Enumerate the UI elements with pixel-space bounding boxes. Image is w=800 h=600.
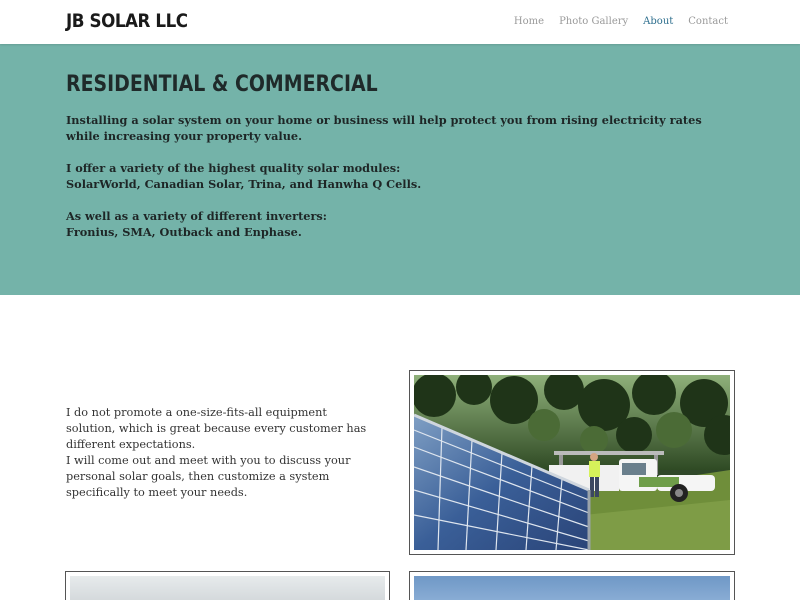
gallery-photo-left[interactable] [65, 571, 390, 600]
solar-array-photo[interactable] [409, 370, 735, 555]
about-line: I do not promote a one-size-fits-all equ… [66, 406, 327, 419]
nav-about[interactable]: About [643, 16, 673, 27]
nav-photo-gallery[interactable]: Photo Gallery [559, 16, 628, 27]
about-text: I do not promote a one-size-fits-all equ… [66, 405, 386, 501]
about-line: different expectations. [66, 438, 196, 451]
about-line: I will come out and meet with you to dis… [66, 454, 351, 467]
about-line: specifically to meet your needs. [66, 486, 248, 499]
about-line: solution, which is great because every c… [66, 422, 367, 435]
site-logo[interactable]: JB SOLAR LLC [66, 10, 188, 32]
hero-paragraph: Installing a solar system on your home o… [66, 112, 726, 144]
sky-image-left [70, 576, 385, 600]
hero-line: I offer a variety of the highest quality… [66, 161, 401, 175]
hero-line: SolarWorld, Canadian Solar, Trina, and H… [66, 177, 422, 191]
hero-title: RESIDENTIAL & COMMERCIAL [66, 72, 378, 97]
main-nav: Home Photo Gallery About Contact [514, 16, 728, 27]
hero-paragraph: I offer a variety of the highest quality… [66, 160, 726, 192]
about-line: personal solar goals, then customize a s… [66, 470, 330, 483]
hero-text: Installing a solar system on your home o… [66, 112, 726, 256]
nav-contact[interactable]: Contact [688, 16, 728, 27]
hero-paragraph: As well as a variety of different invert… [66, 208, 726, 240]
sky-image-right [414, 576, 730, 600]
hero-line: while increasing your property value. [66, 129, 303, 143]
hero-line: Installing a solar system on your home o… [66, 113, 702, 127]
hero-band: RESIDENTIAL & COMMERCIAL Installing a so… [0, 44, 800, 295]
hero-line: As well as a variety of different invert… [66, 209, 327, 223]
solar-array-image [414, 375, 730, 550]
gallery-photo-right[interactable] [409, 571, 735, 600]
solar-array-illustration [414, 375, 730, 550]
nav-home[interactable]: Home [514, 16, 544, 27]
site-header: JB SOLAR LLC Home Photo Gallery About Co… [0, 0, 800, 44]
hero-line: Fronius, SMA, Outback and Enphase. [66, 225, 302, 239]
